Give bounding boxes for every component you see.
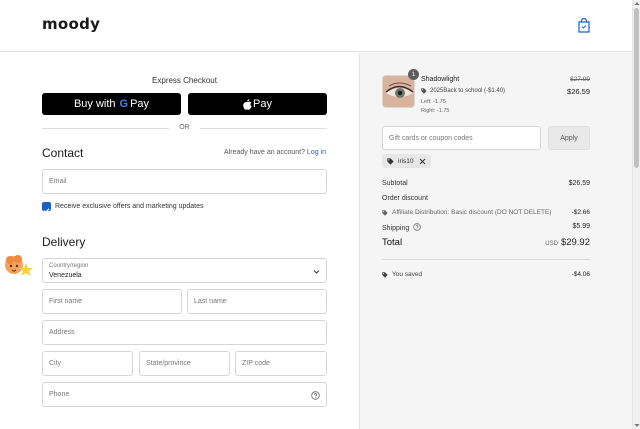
subtotal-row: Subtotal $26.59: [382, 180, 590, 187]
quantity-badge: 1: [408, 69, 419, 80]
eye-image-icon: [383, 76, 414, 107]
divider-line-right: [200, 128, 327, 129]
country-caption: Country/region: [49, 263, 89, 269]
shipping-value: $5.99: [572, 223, 590, 230]
apply-coupon-button[interactable]: Apply: [548, 126, 590, 150]
phone-field[interactable]: Phone: [42, 382, 327, 407]
scrollbar-thumb[interactable]: [634, 8, 639, 168]
offers-label: Receive exclusive offers and marketing u…: [55, 203, 204, 210]
or-divider: OR: [42, 123, 327, 133]
close-icon[interactable]: [419, 158, 426, 165]
total-currency: USD: [545, 241, 558, 247]
subtotal-value: $26.59: [568, 180, 590, 187]
state-field[interactable]: State/province: [139, 351, 230, 376]
last-name-field[interactable]: Last name: [187, 289, 327, 314]
apple-pay-label: Pay: [253, 98, 272, 110]
google-pay-button[interactable]: Buy with G Pay: [42, 93, 181, 115]
affiliate-discount-row: Affiliate Distribution: Basic discount (…: [382, 209, 590, 216]
page-scrollbar[interactable]: [632, 0, 640, 429]
applied-coupon-code: iris10: [398, 157, 414, 165]
checkmark-icon: [43, 208, 50, 214]
total-amount: USD $29.92: [545, 237, 590, 248]
affiliate-discount-value: -$2.66: [571, 209, 590, 216]
email-field[interactable]: Email: [42, 169, 327, 194]
product-thumbnail: [382, 75, 415, 108]
saved-value: -$4.06: [571, 271, 590, 278]
contact-heading: Contact: [42, 146, 84, 160]
city-field[interactable]: City: [42, 351, 133, 376]
product-discount: 2025Back to school (-$1.40): [421, 88, 505, 94]
product-name: Shadowlight: [421, 76, 460, 83]
zip-field[interactable]: ZIP code: [235, 351, 327, 376]
product-right-option: Right: -1.75: [421, 108, 450, 114]
order-discount-row: Order discount: [382, 195, 428, 202]
checkout-form: Express Checkout Buy with G Pay Pay OR C…: [0, 53, 359, 429]
applied-coupon-tag: iris10: [382, 154, 431, 168]
shopping-bag-icon[interactable]: [577, 18, 591, 33]
product-left-option: Left: -1.75: [421, 99, 446, 105]
tag-icon: [382, 271, 388, 278]
address-field[interactable]: Address: [42, 320, 327, 345]
tag-icon: [421, 88, 427, 94]
google-g-icon: G: [119, 98, 129, 110]
product-original-price: $27.99: [570, 76, 590, 83]
country-value: Venezuela: [49, 272, 82, 279]
saved-row: You saved -$4.06: [382, 271, 590, 278]
coupon-placeholder: Gift cards or coupon codes: [389, 135, 473, 142]
offers-checkbox[interactable]: [42, 202, 51, 214]
help-circle-icon[interactable]: [311, 391, 320, 400]
delivery-heading: Delivery: [42, 235, 86, 249]
scroll-up-arrow-icon[interactable]: [634, 1, 640, 6]
tag-icon: [387, 157, 394, 165]
site-header: moody: [0, 0, 632, 52]
coupon-input[interactable]: Gift cards or coupon codes: [382, 126, 541, 150]
country-select[interactable]: Country/region Venezuela: [42, 258, 327, 283]
account-prompt: Already have an account? Log in: [224, 149, 326, 156]
first-name-field[interactable]: First name: [42, 289, 182, 314]
summary-divider: [382, 259, 590, 260]
mascot-sticker-icon[interactable]: [2, 251, 36, 281]
help-circle-icon[interactable]: [413, 223, 421, 231]
google-pay-label: Pay: [130, 98, 150, 110]
google-pay-prefix: Buy with: [73, 98, 116, 110]
order-summary: 1 Shadowlight 2025Back to school (-$1.40…: [359, 53, 632, 429]
apple-pay-button[interactable]: Pay: [188, 93, 327, 115]
total-row: Total USD $29.92: [382, 237, 590, 248]
chevron-down-icon: [313, 270, 320, 274]
express-checkout-title: Express Checkout: [152, 76, 217, 85]
apple-icon: [243, 98, 252, 110]
shipping-row: Shipping $5.99: [382, 223, 590, 232]
login-link[interactable]: Log in: [307, 149, 326, 156]
tag-icon: [382, 209, 388, 216]
store-logo[interactable]: moody: [42, 15, 100, 33]
email-placeholder: Email: [49, 178, 67, 185]
scroll-down-arrow-icon[interactable]: [634, 423, 640, 428]
product-price: $26.59: [567, 87, 590, 96]
